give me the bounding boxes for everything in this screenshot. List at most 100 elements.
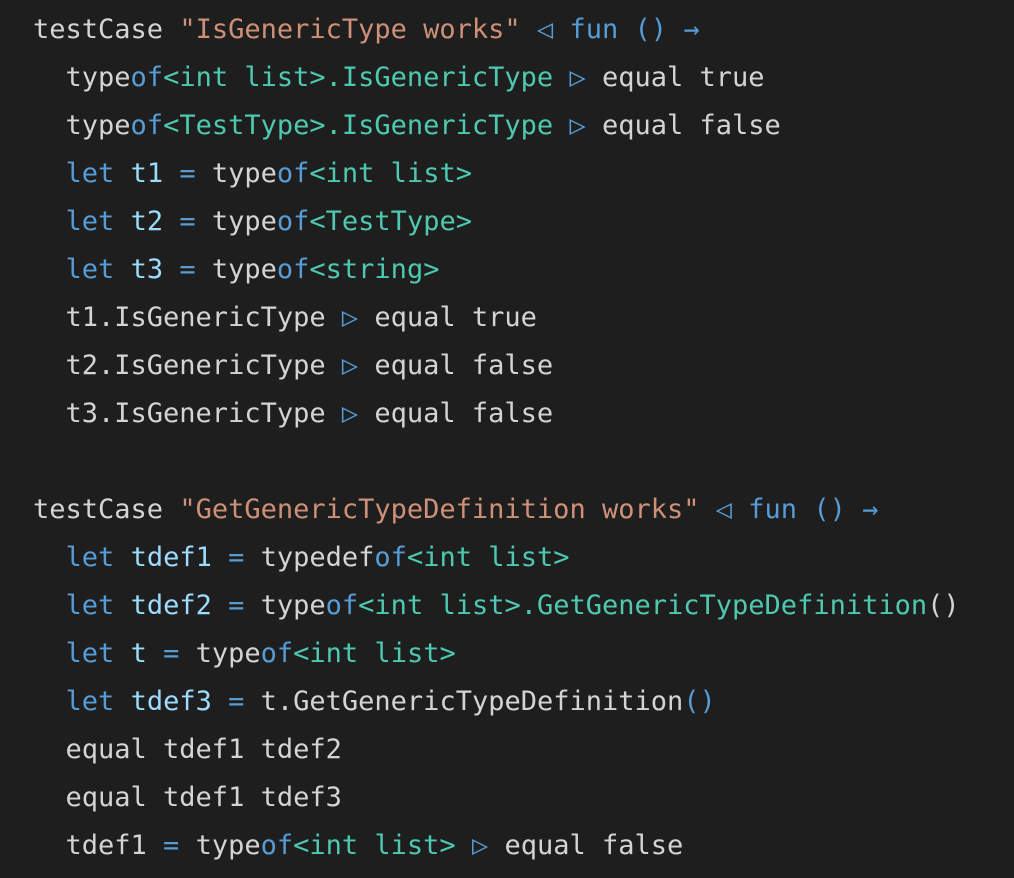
code-token: t2.IsGenericType [33, 350, 342, 381]
code-token: of [276, 254, 310, 285]
code-token: of [260, 830, 294, 861]
code-token: t3 [130, 254, 164, 285]
code-token: = [179, 158, 196, 189]
code-token: let [65, 254, 115, 285]
code-line[interactable]: tdef1 = typeof<int list> ▷ equal false [33, 822, 684, 870]
code-token: equal true [585, 62, 765, 93]
code-token: testCase [33, 14, 180, 45]
code-token: type [179, 830, 261, 861]
code-token: let [65, 206, 115, 237]
code-token: t2 [130, 206, 164, 237]
code-token: let [65, 638, 115, 669]
code-token: <TestType> [309, 206, 472, 237]
code-token: t.GetGenericTypeDefinition [244, 686, 684, 717]
code-token: <int list> [293, 830, 456, 861]
code-token: ▷ [341, 302, 359, 333]
code-line[interactable]: t2.IsGenericType ▷ equal false [33, 342, 554, 390]
code-token: = [179, 254, 196, 285]
code-token: let [65, 158, 115, 189]
code-line[interactable]: let tdef3 = t.GetGenericTypeDefinition() [33, 678, 716, 726]
code-token: → [862, 494, 879, 525]
code-token: of [276, 206, 310, 237]
code-token: "IsGenericType works" [179, 14, 521, 45]
code-token: tdef2 [130, 590, 212, 621]
code-token: type [244, 590, 326, 621]
code-line[interactable]: testCase "IsGenericType works" ◁ fun () … [33, 6, 700, 54]
code-line[interactable]: equal tdef1 tdef3 [33, 774, 342, 822]
code-token: t [130, 638, 147, 669]
code-line[interactable]: equal tdef1 tdef2 [33, 726, 342, 774]
code-token: = [228, 686, 245, 717]
code-token: of [374, 542, 407, 573]
code-token: → [683, 14, 700, 45]
code-token: of [260, 638, 294, 669]
code-line[interactable]: let tdef2 = typeof<int list>.GetGenericT… [33, 582, 960, 630]
code-token: fun [748, 494, 798, 525]
code-line[interactable]: t1.IsGenericType ▷ equal true [33, 294, 537, 342]
code-token: t1.IsGenericType [33, 302, 342, 333]
code-token: of [325, 590, 359, 621]
code-line[interactable]: t3.IsGenericType ▷ equal false [33, 390, 554, 438]
code-token: equal true [358, 302, 537, 333]
code-token: of [130, 62, 164, 93]
code-token: type [33, 110, 131, 141]
code-line[interactable]: let t2 = typeof<TestType> [33, 198, 472, 246]
code-line[interactable]: typeof<TestType>.IsGenericType ▷ equal f… [33, 102, 781, 150]
code-token: testCase [33, 494, 180, 525]
code-token: <int list>.IsGenericType [163, 62, 554, 93]
code-token: let [65, 686, 115, 717]
code-token: <string> [309, 254, 440, 285]
code-token: <int list> [406, 542, 570, 573]
code-token: t3.IsGenericType [33, 398, 342, 429]
code-token: fun [569, 14, 619, 45]
code-line[interactable]: let t1 = typeof<int list> [33, 150, 472, 198]
code-token: <int list> [293, 638, 456, 669]
code-token: type [33, 62, 131, 93]
code-token: equal tdef1 tdef3 [33, 782, 342, 813]
code-token: = [163, 638, 180, 669]
code-token: let [65, 590, 115, 621]
code-line[interactable]: let t = typeof<int list> [33, 630, 456, 678]
code-token: ▷ [569, 110, 586, 141]
code-line[interactable]: let t3 = typeof<string> [33, 246, 440, 294]
code-token: ▷ [341, 398, 359, 429]
code-line[interactable]: typeof<int list>.IsGenericType ▷ equal t… [33, 54, 765, 102]
code-token: type [195, 254, 277, 285]
code-line[interactable]: testCase "GetGenericTypeDefinition works… [33, 486, 878, 534]
code-editor[interactable]: testCase "IsGenericType works" ◁ fun () … [0, 0, 1014, 878]
code-token: tdef1 [33, 830, 164, 861]
code-token: () [634, 14, 668, 45]
code-token: () [813, 494, 846, 525]
code-token: equal tdef1 tdef2 [33, 734, 342, 765]
code-token: type [195, 206, 277, 237]
code-token: equal false [358, 350, 554, 381]
code-token: ▷ [569, 62, 586, 93]
code-line[interactable]: let tdef1 = typedefof<int list> [33, 534, 570, 582]
